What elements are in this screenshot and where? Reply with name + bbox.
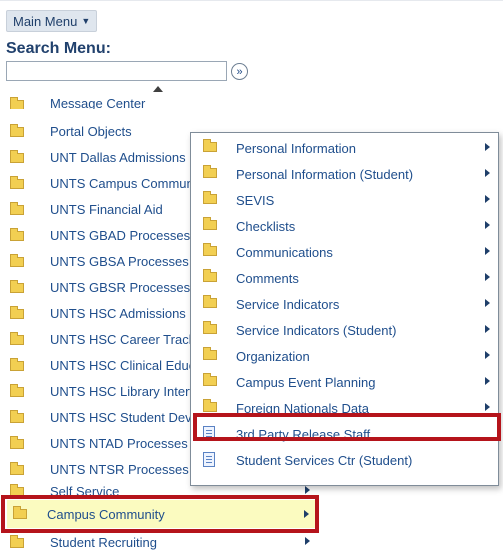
submenu-item-personal-information[interactable]: Personal Information: [191, 135, 498, 161]
folder-icon: [203, 347, 217, 360]
folder-icon: [10, 332, 24, 345]
folder-icon: [203, 295, 217, 308]
folder-icon: [203, 269, 217, 282]
highlight-campus-community: [1, 495, 319, 533]
submenu-item-communications[interactable]: Communications: [191, 239, 498, 265]
menu-item-unts-gbsa-processes[interactable]: UNTS GBSA Processes: [0, 250, 190, 274]
chevron-right-icon: [485, 273, 490, 281]
chevron-right-icon: [485, 403, 490, 411]
menu-item-unts-gbsr-processes[interactable]: UNTS GBSR Processes: [0, 276, 190, 300]
folder-icon: [203, 139, 217, 152]
menu-item-unts-gbad-processes[interactable]: UNTS GBAD Processes: [0, 224, 190, 248]
folder-icon: [203, 165, 217, 178]
chevron-right-icon: [485, 221, 490, 229]
folder-icon: [10, 436, 24, 449]
menu-item-unts-hsc-library-interf[interactable]: UNTS HSC Library Interf: [0, 380, 190, 404]
menu-item-student-recruiting[interactable]: Student Recruiting: [0, 530, 190, 556]
scroll-up-icon[interactable]: [153, 86, 163, 92]
chevron-right-icon: [485, 351, 490, 359]
main-menu-label: Main Menu: [13, 13, 78, 29]
chevron-right-icon: [485, 325, 490, 333]
chevron-right-icon: [485, 169, 490, 177]
folder-icon: [10, 97, 24, 109]
submenu-item-organization[interactable]: Organization: [191, 343, 498, 369]
submenu-item-comments[interactable]: Comments: [191, 265, 498, 291]
submenu-item-campus-event-planning[interactable]: Campus Event Planning: [191, 369, 498, 395]
folder-icon: [10, 358, 24, 371]
chevron-right-icon: [305, 537, 310, 545]
page-icon: [203, 452, 215, 467]
folder-icon: [10, 202, 24, 215]
folder-icon: [203, 373, 217, 386]
menu-item-unts-campus-commun[interactable]: UNTS Campus Commun: [0, 172, 190, 196]
double-chevron-right-icon[interactable]: »: [231, 63, 248, 80]
folder-icon: [203, 217, 217, 230]
menu-item-message-center[interactable]: Message Center: [0, 94, 190, 109]
folder-icon: [10, 280, 24, 293]
folder-icon: [203, 191, 217, 204]
folder-icon: [10, 535, 24, 548]
submenu-item-service-indicators[interactable]: Service Indicators: [191, 291, 498, 317]
menu-item-unts-ntad-processes[interactable]: UNTS NTAD Processes: [0, 432, 190, 456]
folder-icon: [10, 306, 24, 319]
menu-item-unts-hsc-admissions[interactable]: UNTS HSC Admissions: [0, 302, 190, 326]
folder-icon: [10, 124, 24, 137]
submenu-item-student-services-ctr-student[interactable]: Student Services Ctr (Student): [191, 447, 498, 473]
submenu-item-personal-information-student[interactable]: Personal Information (Student): [191, 161, 498, 187]
submenu-item-sevis[interactable]: SEVIS: [191, 187, 498, 213]
menu-item-unt-dallas-admissions[interactable]: UNT Dallas Admissions: [0, 146, 190, 170]
menu-item-unts-ntsr-processes[interactable]: UNTS NTSR Processes: [0, 458, 190, 482]
folder-icon: [10, 150, 24, 163]
submenu-item-service-indicators-student[interactable]: Service Indicators (Student): [191, 317, 498, 343]
folder-icon: [203, 243, 217, 256]
folder-icon: [10, 384, 24, 397]
submenu-item-checklists[interactable]: Checklists: [191, 213, 498, 239]
chevron-right-icon: [485, 377, 490, 385]
main-menu-button[interactable]: Main Menu ▼: [6, 10, 98, 32]
chevron-right-icon: [305, 486, 310, 494]
menu-item-unts-hsc-student-dev[interactable]: UNTS HSC Student Dev: [0, 406, 190, 430]
top-divider: [0, 0, 503, 7]
folder-icon: [10, 462, 24, 475]
chevron-right-icon: [485, 247, 490, 255]
folder-icon: [10, 176, 24, 189]
menu-item-portal-objects[interactable]: Portal Objects: [0, 120, 190, 144]
folder-icon: [10, 410, 24, 423]
highlight-3rd-party-release-staff: [193, 413, 501, 441]
folder-icon: [203, 321, 217, 334]
chevron-right-icon: [485, 143, 490, 151]
folder-icon: [10, 228, 24, 241]
menu-item-unts-hsc-career-track[interactable]: UNTS HSC Career Track: [0, 328, 190, 352]
folder-icon: [203, 399, 217, 412]
search-menu-label: Search Menu:: [6, 40, 111, 57]
chevron-right-icon: [485, 195, 490, 203]
menu-item-unts-hsc-clinical-educ[interactable]: UNTS HSC Clinical Educ: [0, 354, 190, 378]
caret-down-icon: ▼: [81, 16, 91, 26]
chevron-right-icon: [485, 299, 490, 307]
search-input[interactable]: [6, 61, 227, 81]
menu-item-unts-financial-aid[interactable]: UNTS Financial Aid: [0, 198, 190, 222]
folder-icon: [10, 254, 24, 267]
